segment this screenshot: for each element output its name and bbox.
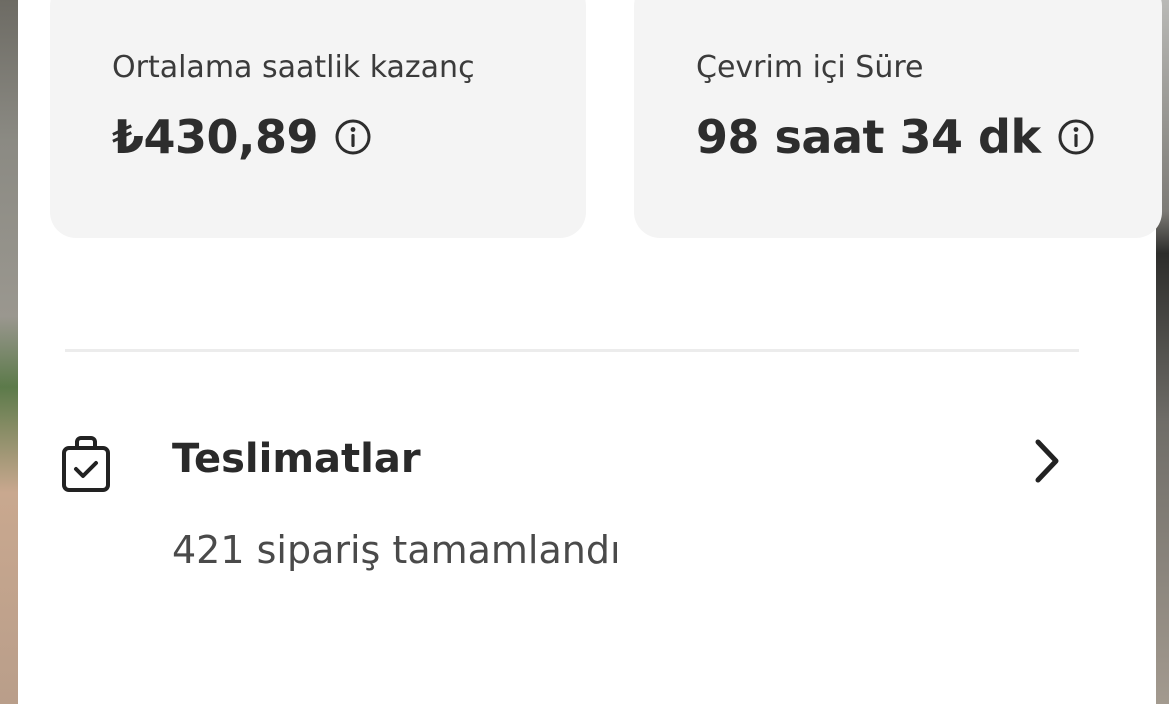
info-icon[interactable] bbox=[334, 118, 372, 156]
online-time-value-row: 98 saat 34 dk bbox=[696, 110, 1095, 164]
section-divider bbox=[65, 349, 1079, 352]
hourly-earnings-value: ₺430,89 bbox=[112, 110, 319, 164]
shopping-bag-check-icon bbox=[58, 432, 114, 496]
deliveries-row[interactable]: Teslimatlar 421 sipariş tamamlandı bbox=[18, 420, 1156, 590]
deliveries-title: Teslimatlar bbox=[172, 436, 421, 482]
earnings-screen: Ortalama saatlik kazanç ₺430,89 Çevrim i… bbox=[18, 0, 1162, 704]
hourly-earnings-value-row: ₺430,89 bbox=[112, 110, 372, 164]
hourly-earnings-label: Ortalama saatlik kazanç bbox=[112, 50, 475, 85]
online-time-value: 98 saat 34 dk bbox=[696, 110, 1041, 164]
chevron-right-icon[interactable] bbox=[1028, 436, 1068, 486]
hourly-earnings-card: Ortalama saatlik kazanç ₺430,89 bbox=[50, 0, 586, 238]
online-time-card: Çevrim içi Süre 98 saat 34 dk bbox=[634, 0, 1162, 238]
online-time-label: Çevrim içi Süre bbox=[696, 50, 924, 85]
deliveries-subtitle: 421 sipariş tamamlandı bbox=[172, 528, 621, 572]
info-icon[interactable] bbox=[1057, 118, 1095, 156]
